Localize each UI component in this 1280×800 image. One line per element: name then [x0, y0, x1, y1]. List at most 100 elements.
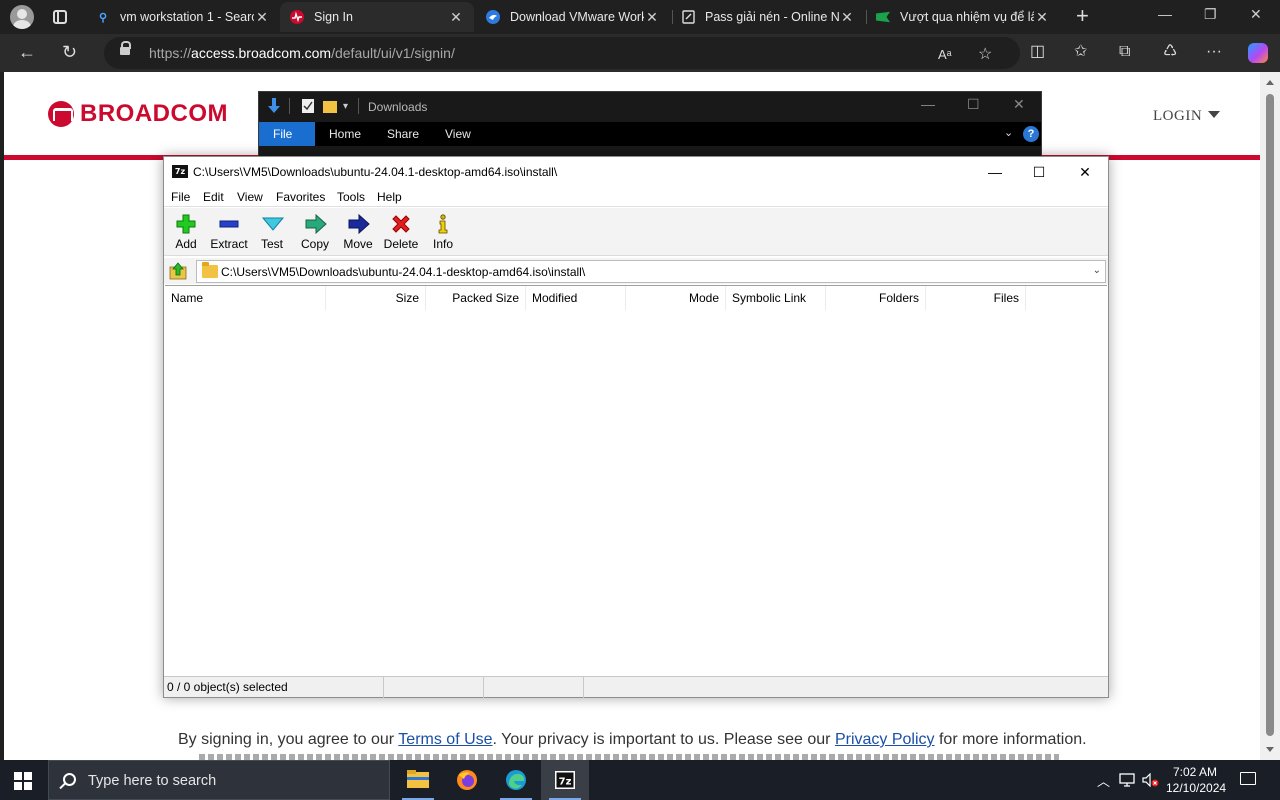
ribbon-tab-view[interactable]: View	[431, 122, 485, 146]
system-clock[interactable]: 7:02 AM 12/10/2024	[1166, 764, 1226, 796]
file-explorer-window: ▾ Downloads — ☐ ✕ File Home Share View ⌄…	[258, 91, 1042, 159]
close-icon[interactable]: ✕	[1013, 96, 1025, 113]
scrollbar-thumb[interactable]	[1266, 94, 1274, 736]
notification-center-icon[interactable]	[1240, 772, 1256, 785]
new-tab-button[interactable]: +	[1076, 5, 1089, 27]
network-icon[interactable]	[1119, 773, 1135, 787]
taskbar-file-explorer[interactable]	[394, 760, 442, 800]
profile-avatar[interactable]	[10, 5, 34, 29]
new-folder-icon[interactable]	[323, 98, 337, 114]
refresh-button[interactable]: ↻	[62, 42, 77, 62]
column-header-size[interactable]: Size	[326, 286, 426, 310]
close-tab-icon[interactable]: ✕	[839, 9, 855, 26]
taskbar-firefox[interactable]	[443, 760, 491, 800]
move-button[interactable]: Move	[336, 210, 380, 254]
column-header-packed-size[interactable]: Packed Size	[426, 286, 526, 310]
info-button[interactable]: Info	[421, 210, 465, 254]
restore-icon[interactable]: ❐	[1204, 6, 1217, 23]
broadcom-logo[interactable]: BROADCOM	[48, 100, 228, 128]
split-screen-icon[interactable]: ◫	[1030, 43, 1045, 61]
column-header-folders[interactable]: Folders	[826, 286, 926, 310]
firefox-icon	[457, 770, 477, 790]
ribbon-tab-home[interactable]: Home	[315, 122, 375, 146]
privacy-policy-link[interactable]: Privacy Policy	[835, 731, 935, 748]
maximize-icon[interactable]: ☐	[1016, 161, 1062, 183]
tab-label: vm workstation 1 - Search	[120, 10, 254, 24]
more-menu-icon[interactable]: ···	[1206, 43, 1222, 61]
menu-edit[interactable]: Edit	[203, 190, 224, 204]
menu-bar: File Edit View Favorites Tools Help	[164, 187, 1108, 207]
delete-button[interactable]: Delete	[379, 210, 423, 254]
column-header-modified[interactable]: Modified	[526, 286, 626, 310]
minimize-icon[interactable]: —	[921, 96, 935, 112]
menu-view[interactable]: View	[237, 190, 263, 204]
address-bar[interactable]: https://access.broadcom.com/default/ui/v…	[104, 37, 1020, 69]
folder-icon	[202, 262, 218, 278]
favorites-icon[interactable]: ✩	[1074, 43, 1087, 61]
close-tab-icon[interactable]: ✕	[254, 9, 270, 26]
search-placeholder: Type here to search	[88, 773, 217, 789]
scroll-up-icon[interactable]	[1266, 80, 1274, 85]
qa-separator	[289, 98, 290, 114]
file-list[interactable]: Name Size Packed Size Modified Mode Symb…	[165, 285, 1107, 675]
extract-button[interactable]: Extract	[207, 210, 251, 254]
windows-start-icon[interactable]	[14, 772, 32, 790]
read-aloud-icon[interactable]: Aᵃ	[938, 46, 952, 64]
minimize-icon[interactable]: —	[1158, 6, 1172, 22]
path-text[interactable]: C:\Users\VM5\Downloads\ubuntu-24.04.1-de…	[221, 265, 585, 279]
collections-icon[interactable]: ⧉	[1119, 43, 1130, 61]
close-tab-icon[interactable]: ✕	[644, 9, 660, 26]
terms-of-use-link[interactable]: Terms of Use	[398, 731, 492, 748]
minimize-icon[interactable]: —	[972, 161, 1018, 183]
menu-favorites[interactable]: Favorites	[276, 190, 325, 204]
ribbon-tab-share[interactable]: Share	[373, 122, 433, 146]
chevron-down-icon[interactable]: ⌄	[1004, 126, 1013, 139]
column-header-name[interactable]: Name	[165, 286, 326, 310]
tab-search[interactable]: ⚲ vm workstation 1 - Search ✕	[86, 2, 280, 32]
url-text[interactable]: https://access.broadcom.com/default/ui/v…	[149, 45, 455, 61]
qa-dropdown-icon[interactable]: ▾	[343, 101, 348, 117]
taskbar-edge[interactable]	[492, 760, 540, 800]
tab-actions-icon[interactable]	[53, 10, 67, 24]
tab-pass-giai-nen[interactable]: Pass giải nén - Online No ✕	[671, 2, 865, 32]
test-button[interactable]: Test	[250, 210, 294, 254]
close-icon[interactable]: ✕	[1250, 6, 1262, 23]
close-tab-icon[interactable]: ✕	[1034, 9, 1050, 26]
column-header-symbolic-link[interactable]: Symbolic Link	[726, 286, 826, 310]
path-combobox[interactable]: C:\Users\VM5\Downloads\ubuntu-24.04.1-de…	[196, 260, 1106, 283]
tab-download-vmware[interactable]: Download VMware Work ✕	[476, 2, 670, 32]
search-icon: ⚲	[98, 11, 108, 24]
scroll-down-icon[interactable]	[1266, 747, 1274, 752]
page-scrollbar[interactable]	[1260, 72, 1280, 760]
copilot-icon[interactable]	[1248, 43, 1268, 63]
show-hidden-icons-icon[interactable]: ︿	[1097, 771, 1110, 790]
tab-vuot-qua[interactable]: Vượt qua nhiệm vụ để lấ ✕	[866, 2, 1060, 32]
login-menu[interactable]: LOGIN	[1153, 108, 1221, 125]
volume-muted-icon[interactable]	[1142, 773, 1160, 787]
properties-icon[interactable]	[301, 98, 315, 114]
menu-file[interactable]: File	[171, 190, 190, 204]
tab-sign-in[interactable]: Sign In ✕	[280, 2, 474, 32]
back-button[interactable]: ←	[18, 42, 36, 62]
close-icon[interactable]: ✕	[1062, 161, 1108, 183]
add-button[interactable]: Add	[164, 210, 208, 254]
maximize-icon[interactable]: ☐	[967, 96, 980, 113]
taskbar-search-box[interactable]: Type here to search	[48, 760, 390, 800]
close-tab-icon[interactable]: ✕	[448, 9, 464, 26]
favorite-star-icon[interactable]: ☆	[978, 46, 992, 64]
chevron-down-icon[interactable]: ⌄	[1093, 265, 1101, 276]
copy-button[interactable]: Copy	[293, 210, 337, 254]
taskbar-7zip[interactable]: 7z	[541, 760, 589, 800]
lock-icon[interactable]	[120, 41, 131, 55]
status-bar: 0 / 0 object(s) selected	[164, 676, 1108, 698]
menu-tools[interactable]: Tools	[337, 190, 365, 204]
ribbon-tab-file[interactable]: File	[259, 122, 315, 146]
menu-help[interactable]: Help	[377, 190, 402, 204]
column-header-mode[interactable]: Mode	[626, 286, 726, 310]
help-icon[interactable]: ?	[1023, 126, 1039, 142]
column-header-files[interactable]: Files	[926, 286, 1026, 310]
folder-up-icon[interactable]	[168, 261, 188, 281]
title-bar[interactable]: 7z C:\Users\VM5\Downloads\ubuntu-24.04.1…	[164, 157, 1108, 187]
blue-bird-icon	[486, 10, 500, 24]
extensions-icon[interactable]: ♺	[1163, 43, 1177, 61]
